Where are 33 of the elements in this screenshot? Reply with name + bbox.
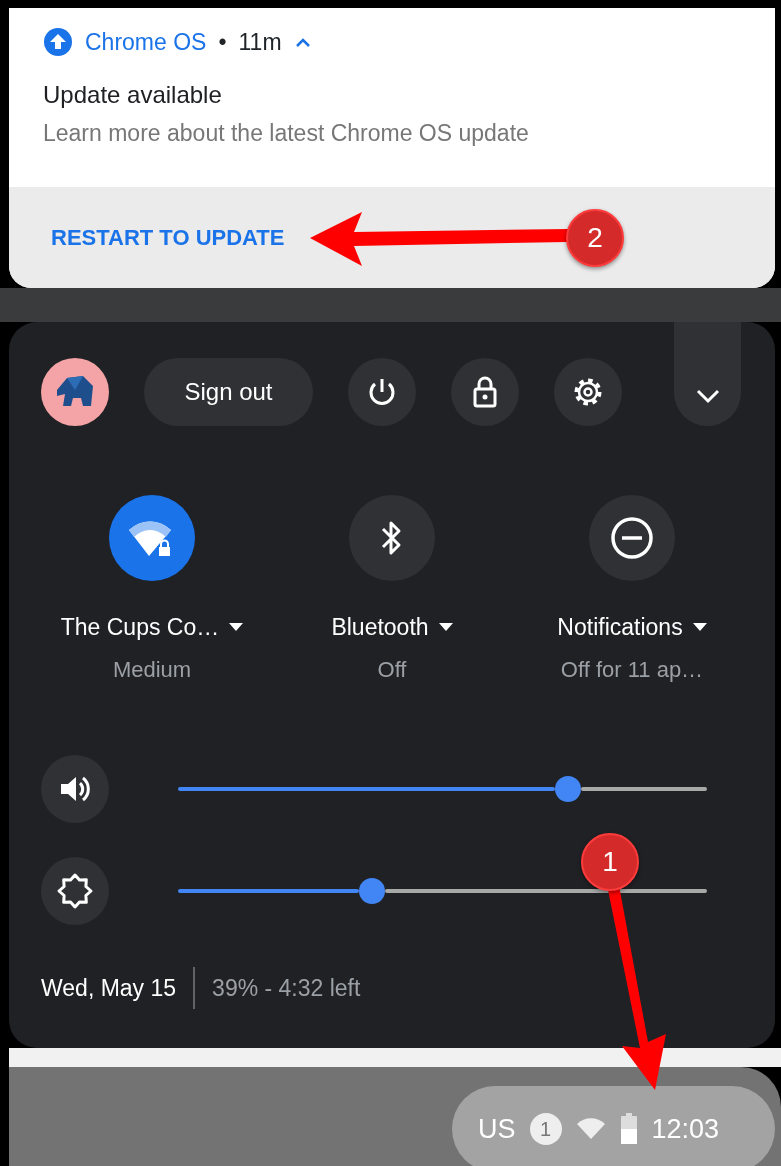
dropdown-caret-icon (229, 623, 244, 631)
brightness-icon (56, 872, 94, 910)
notifications-menu-button[interactable]: Notifications (557, 612, 707, 642)
volume-slider[interactable] (178, 776, 707, 802)
notification-title: Update available (42, 80, 223, 110)
notification-message: Learn more about the latest Chrome OS update (42, 119, 530, 148)
network-menu-button[interactable]: The Cups Co… (60, 612, 244, 642)
status-tray-button[interactable]: US 1 12:03 (452, 1086, 775, 1166)
notification-time: 11m (238, 28, 282, 57)
status-text: Medium (112, 656, 192, 684)
notification-count: 1 (529, 1113, 562, 1145)
separator-dot: • (218, 28, 227, 57)
wifi-icon (575, 1118, 606, 1140)
slider-thumb[interactable] (359, 878, 386, 904)
brightness-slider[interactable] (178, 878, 707, 904)
bluetooth-menu-button[interactable]: Bluetooth (331, 612, 453, 642)
status-text: Off for 11 ap… (560, 656, 704, 684)
status-text: Off (377, 656, 407, 684)
dropdown-caret-icon (438, 623, 453, 631)
battery-status: 39% - 4:32 left (212, 974, 361, 1003)
sign-out-button[interactable]: Sign out (144, 358, 313, 426)
clock-text: 12:03 (651, 1112, 720, 1146)
upgrade-icon (43, 27, 73, 57)
chevron-down-icon (694, 388, 721, 404)
date-text[interactable]: Wed, May 15 (41, 973, 177, 1003)
app-name: Chrome OS (85, 28, 207, 57)
dropdown-caret-icon (692, 623, 707, 631)
slider-thumb[interactable] (554, 776, 581, 802)
input-method-text: US (478, 1112, 516, 1146)
battery-icon (619, 1113, 638, 1145)
do-not-disturb-icon (610, 516, 654, 560)
restart-button[interactable]: RESTART TO UPDATE (51, 217, 285, 258)
lock-icon (471, 375, 499, 409)
